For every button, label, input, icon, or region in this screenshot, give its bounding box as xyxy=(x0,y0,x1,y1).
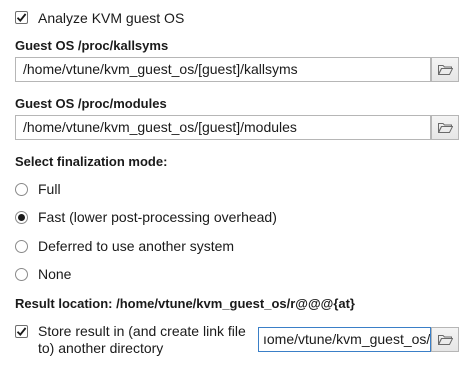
radio-full-label: Full xyxy=(38,181,61,197)
radio-fast-label: Fast (lower post-processing overhead) xyxy=(38,209,277,225)
radio-selected-dot xyxy=(18,214,25,221)
analyze-kvm-label: Analyze KVM guest OS xyxy=(38,10,185,26)
folder-open-icon xyxy=(437,122,453,133)
analyze-kvm-checkbox[interactable] xyxy=(15,11,28,24)
folder-open-icon xyxy=(437,64,453,75)
kallsyms-heading: Guest OS /proc/kallsyms xyxy=(15,38,169,53)
radio-none-label: None xyxy=(38,266,72,282)
modules-path-input[interactable]: /home/vtune/kvm_guest_os/[guest]/modules xyxy=(15,115,431,140)
result-directory-browse-button[interactable] xyxy=(431,327,459,352)
folder-open-icon xyxy=(437,334,453,345)
result-location-label: Result location: /home/vtune/kvm_guest_o… xyxy=(15,296,355,311)
finalization-heading: Select finalization mode: xyxy=(15,154,168,169)
store-result-label-line2: to) another directory xyxy=(38,340,164,356)
store-result-checkbox[interactable] xyxy=(15,325,28,338)
kallsyms-path-input[interactable]: /home/vtune/kvm_guest_os/[guest]/kallsym… xyxy=(15,57,431,82)
modules-heading: Guest OS /proc/modules xyxy=(15,96,167,111)
result-directory-input[interactable]: ıome/vtune/kvm_guest_os/ xyxy=(258,327,431,352)
radio-full[interactable] xyxy=(15,183,28,196)
checkmark-icon xyxy=(16,13,27,22)
kallsyms-browse-button[interactable] xyxy=(431,57,459,82)
store-result-label-line1: Store result in (and create link file xyxy=(38,323,246,339)
radio-none[interactable] xyxy=(15,268,28,281)
modules-browse-button[interactable] xyxy=(431,115,459,140)
checkmark-icon xyxy=(16,327,27,336)
radio-fast[interactable] xyxy=(15,211,28,224)
radio-deferred-label: Deferred to use another system xyxy=(38,238,235,254)
radio-deferred[interactable] xyxy=(15,240,28,253)
